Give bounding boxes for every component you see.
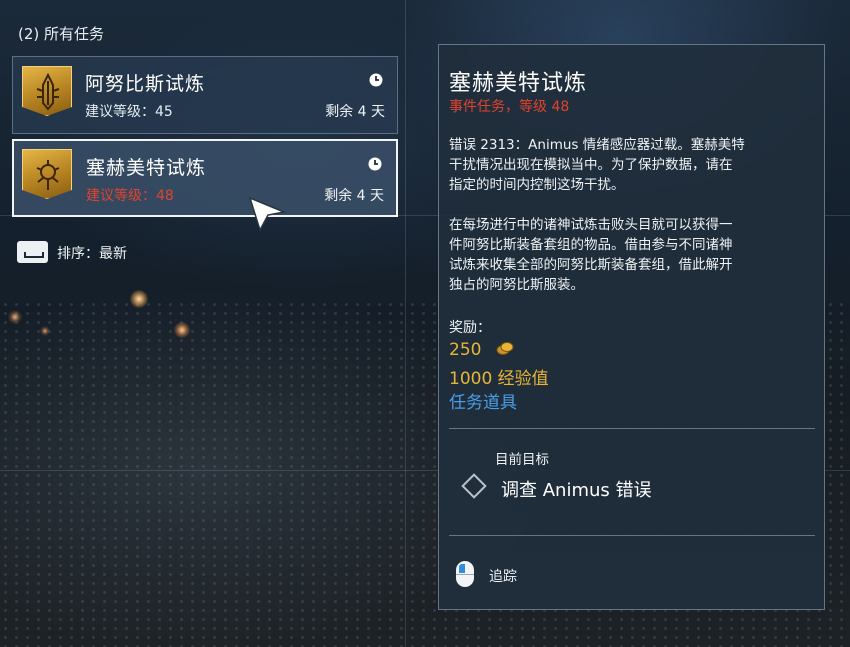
background-light bbox=[40, 326, 50, 336]
reward-money: 250 bbox=[449, 340, 515, 360]
clock-icon bbox=[369, 73, 383, 87]
track-quest-button[interactable]: 追踪 bbox=[489, 566, 517, 586]
rewards-heading: 奖励： bbox=[449, 320, 491, 336]
background-light bbox=[130, 290, 148, 308]
sekhmet-emblem-icon bbox=[22, 149, 72, 199]
quest-description: 错误 2313：Animus 情绪感应器过载。塞赫美特 干扰情况出现在模拟当中。… bbox=[449, 137, 745, 293]
sort-label: 排序：最新 bbox=[57, 246, 127, 262]
quest-time-remaining: 剩余 4 天 bbox=[325, 104, 385, 120]
quest-title: 阿努比斯试炼 bbox=[85, 73, 206, 95]
reward-money-value: 250 bbox=[449, 340, 482, 360]
objective-diamond-icon bbox=[461, 473, 487, 499]
anubis-emblem-icon bbox=[22, 66, 72, 116]
reward-xp: 1000 经验值 bbox=[449, 369, 549, 389]
quest-card-anubis[interactable]: 阿努比斯试炼 建议等级：45 剩余 4 天 bbox=[12, 56, 398, 134]
quest-time-remaining: 剩余 4 天 bbox=[324, 188, 384, 204]
quest-recommended-level: 建议等级：45 bbox=[85, 104, 173, 120]
quest-recommended-level: 建议等级：48 bbox=[86, 188, 174, 204]
quest-card-sekhmet[interactable]: 塞赫美特试炼 建议等级：48 剩余 4 天 bbox=[12, 139, 398, 217]
divider bbox=[449, 428, 815, 429]
background-light bbox=[174, 322, 190, 338]
background-light bbox=[8, 310, 22, 324]
divider bbox=[449, 535, 815, 536]
cursor-icon bbox=[248, 196, 286, 232]
background-grid-line bbox=[405, 0, 406, 647]
spacebar-key-icon bbox=[17, 241, 48, 263]
detail-title: 塞赫美特试炼 bbox=[449, 71, 588, 96]
objective-heading: 目前目标 bbox=[495, 452, 549, 468]
quest-title: 塞赫美特试炼 bbox=[86, 157, 207, 179]
objective-text: 调查 Animus 错误 bbox=[501, 480, 652, 501]
reward-item: 任务道具 bbox=[449, 393, 517, 413]
detail-subtitle: 事件任务，等级 48 bbox=[449, 99, 570, 115]
quest-list-header: (2) 所有任务 bbox=[18, 25, 105, 43]
coins-icon bbox=[496, 342, 514, 355]
mouse-left-click-icon bbox=[456, 561, 474, 587]
quest-detail-panel: 塞赫美特试炼 事件任务，等级 48 错误 2313：Animus 情绪感应器过载… bbox=[438, 44, 825, 610]
clock-icon bbox=[368, 157, 382, 171]
